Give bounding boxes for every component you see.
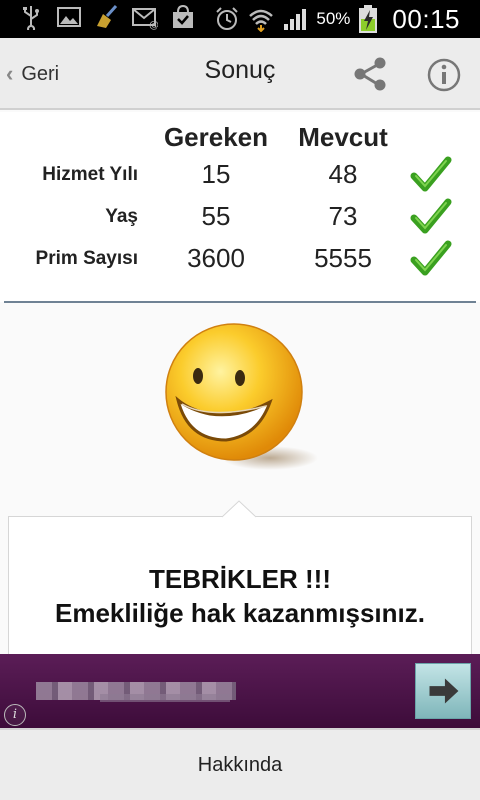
current-value: 5555 [314,243,372,273]
image-icon [57,7,81,27]
share-icon[interactable] [350,54,390,94]
action-bar: ‹ Geri Sonuç [0,38,480,110]
svg-text:@: @ [149,20,158,30]
congrats-title: TEBRİKLER !!! [149,564,331,594]
page-title: Sonuç [204,56,276,84]
congrats-message: Emekliliğe hak kazanmışsınız. [55,598,425,628]
check-icon [410,198,452,234]
signal-icon [284,9,307,30]
smiley-icon [165,323,318,470]
required-value: 3600 [187,243,245,273]
about-label: Hakkında [197,754,283,776]
back-label: Geri [21,62,60,85]
ad-info-icon[interactable]: i [4,704,26,726]
arrow-right-icon[interactable] [415,663,471,719]
info-icon[interactable] [424,55,464,95]
results-table: Gereken Mevcut Hizmet Yılı 15 48 Yaş 55 … [0,112,480,302]
broom-icon [97,4,118,28]
battery-percent: 50% [316,9,351,28]
back-button[interactable]: ‹ Geri [6,56,59,92]
header-required: Gereken [163,122,269,152]
email-icon: @ [132,8,158,30]
ad-banner[interactable]: i [0,654,480,728]
about-button[interactable]: Hakkında [0,728,480,800]
clock: 00:15 [392,3,460,34]
check-icon [410,156,452,192]
wifi-icon [249,9,274,32]
chevron-left-icon: ‹ [6,61,14,86]
row-label: Yaş [105,206,138,227]
check-icon [410,240,452,276]
status-bar: @ 50% 00:15 [0,0,480,38]
current-value: 73 [328,201,358,231]
current-value: 48 [328,159,358,189]
battery-charging-icon [359,5,378,33]
ad-text-blurred [100,694,230,702]
required-value: 55 [201,201,231,231]
shopping-bag-icon [173,4,193,28]
header-current: Mevcut [298,122,388,152]
row-label: Prim Sayısı [35,248,138,269]
usb-icon [23,6,39,30]
row-label: Hizmet Yılı [42,164,138,185]
alarm-icon [216,7,239,30]
required-value: 15 [201,159,231,189]
divider [4,301,476,303]
